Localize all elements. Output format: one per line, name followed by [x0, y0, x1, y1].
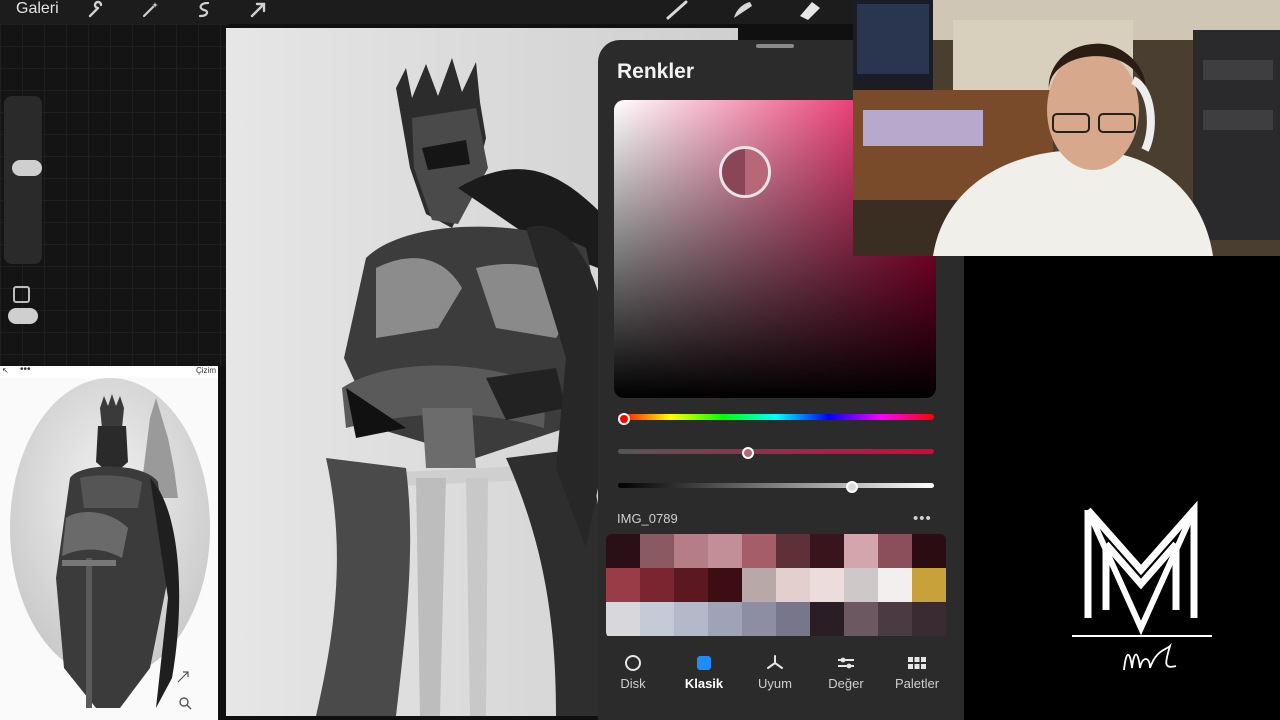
- palette-swatch[interactable]: [810, 568, 844, 602]
- palette-swatch[interactable]: [776, 534, 810, 568]
- brightness-slider-knob[interactable]: [845, 481, 858, 493]
- palette-swatch[interactable]: [640, 568, 674, 602]
- tab-label: Klasik: [684, 676, 724, 691]
- smudge-icon[interactable]: [730, 0, 754, 20]
- harmony-icon: [767, 655, 783, 669]
- brightness-slider[interactable]: [618, 483, 934, 488]
- gallery-button[interactable]: Galeri: [16, 0, 59, 18]
- reference-image-window[interactable]: ↖ ••• Çizim: [0, 366, 218, 720]
- palette-swatch[interactable]: [844, 534, 878, 568]
- palette-swatch[interactable]: [810, 602, 844, 636]
- palette-swatch[interactable]: [912, 602, 946, 636]
- square-icon: [697, 656, 711, 670]
- color-picker-loupe[interactable]: [719, 146, 771, 198]
- workspace-grid: [0, 24, 228, 366]
- tab-label: Disk: [620, 676, 646, 691]
- eraser-icon[interactable]: [794, 0, 822, 20]
- palette-swatch[interactable]: [674, 602, 708, 636]
- reference-title: Çizim: [196, 366, 216, 375]
- palette-name: IMG_0789: [617, 511, 678, 526]
- hue-slider-knob[interactable]: [618, 413, 630, 425]
- expand-icon[interactable]: ↖: [2, 366, 9, 375]
- palette-swatch[interactable]: [878, 602, 912, 636]
- palette-swatch[interactable]: [674, 534, 708, 568]
- selection-icon[interactable]: [194, 0, 214, 20]
- palette-swatch[interactable]: [844, 602, 878, 636]
- tab-klasik[interactable]: Klasik: [669, 650, 739, 700]
- webcam-overlay: [853, 0, 1280, 256]
- mm-signature-logo: [1072, 500, 1212, 671]
- palette-swatch[interactable]: [674, 568, 708, 602]
- palette-swatch[interactable]: [606, 534, 640, 568]
- wrench-icon[interactable]: [86, 0, 106, 20]
- knight-reference-illustration: [0, 378, 218, 720]
- magic-wand-icon[interactable]: [140, 0, 160, 20]
- brush-size-slider[interactable]: [12, 160, 42, 176]
- disc-icon: [625, 655, 641, 671]
- tab-label: Uyum: [758, 676, 792, 691]
- transform-arrow-icon[interactable]: [248, 0, 268, 20]
- color-mode-tabs: Disk Klasik Uyum Değer Paletler: [598, 650, 964, 710]
- palette-swatch[interactable]: [878, 568, 912, 602]
- opacity-slider[interactable]: [8, 308, 38, 324]
- sliders-icon: [838, 657, 854, 669]
- palette-swatches: [606, 534, 946, 638]
- palette-swatch[interactable]: [878, 534, 912, 568]
- brush-icon[interactable]: [666, 0, 690, 20]
- tab-deger[interactable]: Değer: [811, 650, 881, 700]
- more-icon[interactable]: •••: [20, 366, 31, 375]
- previous-color-half: [722, 149, 745, 195]
- palette-swatch[interactable]: [912, 534, 946, 568]
- procreate-app: Galeri ↖ ••• Çizim Renkler IMG_0789 ••• …: [0, 0, 964, 720]
- palette-more-button[interactable]: •••: [913, 510, 932, 527]
- palette-swatch[interactable]: [912, 568, 946, 602]
- palette-swatch[interactable]: [708, 602, 742, 636]
- hue-slider[interactable]: [618, 414, 934, 420]
- tab-paletler[interactable]: Paletler: [882, 650, 952, 700]
- palette-swatch[interactable]: [742, 568, 776, 602]
- tab-disk[interactable]: Disk: [598, 650, 668, 700]
- saturation-slider-knob[interactable]: [741, 447, 754, 459]
- palette-swatch[interactable]: [742, 534, 776, 568]
- tab-label: Paletler: [894, 676, 940, 691]
- palette-swatch[interactable]: [742, 602, 776, 636]
- top-toolbar: Galeri: [0, 0, 964, 24]
- streamer-webcam-feed: [853, 0, 1280, 256]
- panel-title: Renkler: [617, 60, 695, 83]
- saturation-slider[interactable]: [618, 449, 934, 454]
- palette-swatch[interactable]: [606, 602, 640, 636]
- tab-label: Değer: [828, 676, 864, 691]
- palette-swatch[interactable]: [810, 534, 844, 568]
- palette-swatch[interactable]: [640, 602, 674, 636]
- panel-drag-handle[interactable]: [756, 44, 794, 48]
- palette-swatch[interactable]: [708, 534, 742, 568]
- zoom-icon[interactable]: [178, 696, 192, 710]
- tab-uyum[interactable]: Uyum: [740, 650, 810, 700]
- palette-swatch[interactable]: [844, 568, 878, 602]
- palette-swatch[interactable]: [640, 534, 674, 568]
- side-toolbar: [4, 96, 42, 264]
- resize-corner-icon[interactable]: [176, 670, 190, 684]
- reference-header: ↖ ••• Çizim: [0, 366, 218, 378]
- palette-swatch[interactable]: [606, 568, 640, 602]
- palette-swatch[interactable]: [708, 568, 742, 602]
- modify-square-icon[interactable]: [13, 286, 30, 303]
- grid-icon: [908, 657, 926, 669]
- current-color-half: [745, 149, 768, 195]
- palette-swatch[interactable]: [776, 568, 810, 602]
- palette-swatch[interactable]: [776, 602, 810, 636]
